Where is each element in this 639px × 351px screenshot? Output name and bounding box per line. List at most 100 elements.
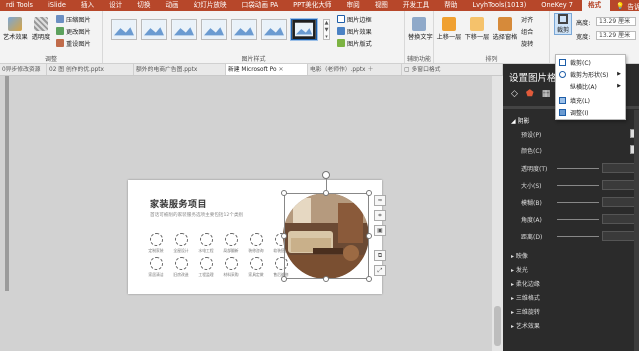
slide-subtitle[interactable]: 首话可被削的家装服务选项主要包括12个类别 (150, 212, 243, 218)
thumbnail-pane-scrollbar[interactable] (5, 76, 9, 291)
dropdown-item-crop-to-shape[interactable]: 裁剪为形状(S) ▶ (556, 68, 625, 80)
crop-dropdown-menu: 裁剪(C) 裁剪为形状(S) ▶ 纵横比(A) ▶ 填充(L) 调整(I) (555, 54, 626, 120)
section-soft-edges[interactable]: ▸ 柔化边缘 (511, 279, 540, 288)
bring-forward-icon (442, 17, 456, 31)
picture-style-thumb[interactable] (171, 19, 197, 40)
size-properties-icon[interactable]: ▦ (542, 89, 551, 99)
add-tab-icon[interactable]: ＋ (367, 64, 373, 75)
styles-gallery-scroll[interactable]: ▲ ▼ ▾ (323, 19, 330, 40)
menu-item-design[interactable]: 设计 (103, 0, 131, 11)
section-reflection[interactable]: ▸ 映像 (511, 251, 528, 260)
menu-item-onekey[interactable]: OneKey 7 (535, 0, 582, 11)
effects-icon[interactable]: ⬟ (526, 89, 534, 99)
doc-tab-label: 多窗口格式 (411, 67, 441, 73)
crop-tool-icon[interactable]: ⌗ (374, 210, 386, 221)
layout-options-icon[interactable]: ≈ (374, 195, 386, 206)
height-field[interactable]: 13.29 厘米 (596, 17, 636, 26)
section-3d-format[interactable]: ▸ 三维格式 (511, 293, 540, 302)
selection-pane-label: 选择窗格 (492, 34, 518, 41)
doc-tab[interactable]: 电影（老师作）.pptx ＋ (308, 64, 402, 75)
crop-button[interactable]: 裁剪 (554, 13, 572, 35)
menu-item-lvyhtools[interactable]: LvyhTools(1013) (466, 0, 535, 11)
transparency-button[interactable]: 透明度 (30, 17, 52, 41)
section-glow[interactable]: ▸ 发光 (511, 265, 528, 274)
send-backward-button[interactable]: 下移一层 (464, 17, 490, 41)
picture-effects-button[interactable]: 图片效果 (337, 26, 372, 36)
picture-style-thumb[interactable] (201, 19, 227, 40)
menu-item-format[interactable]: 格式 (581, 0, 611, 11)
style-tool-icon[interactable]: ▣ (374, 225, 386, 236)
reset-picture-button[interactable]: 重设图片 (56, 38, 91, 48)
doc-tab-label: 电影（老师作）.pptx (310, 67, 366, 73)
pane-scrollbar[interactable] (634, 110, 639, 351)
menu-item-rdi-tools[interactable]: rdi Tools (0, 0, 42, 11)
shadow-angle-slider[interactable] (557, 219, 599, 220)
dropdown-item-aspect-ratio[interactable]: 纵横比(A) ▶ (556, 80, 625, 92)
menu-item-developer[interactable]: 开发工具 (397, 0, 438, 11)
shadow-transparency-slider[interactable] (557, 168, 599, 169)
picture-style-thumb[interactable] (111, 19, 137, 40)
selection-pane-button[interactable]: 选择窗格 (492, 17, 518, 41)
tell-me-box[interactable]: 💡 告诉我 (610, 1, 639, 11)
resize-handle[interactable] (281, 190, 287, 196)
shadow-blur-slider[interactable] (557, 202, 599, 203)
service-label: 工程监理 (198, 272, 214, 277)
compress-pictures-button[interactable]: 压缩图片 (56, 14, 91, 24)
resize-handle[interactable] (323, 276, 329, 282)
menu-item-help[interactable]: 帮助 (438, 0, 466, 11)
menu-item-islide[interactable]: iSlide (42, 0, 75, 11)
link-tool-icon[interactable]: ⤢ (374, 265, 386, 276)
group-button[interactable]: 组合 (521, 26, 533, 36)
menu-item-review[interactable]: 审阅 (341, 0, 369, 11)
section-artistic-effects[interactable]: ▸ 艺术效果 (511, 321, 540, 330)
section-3d-rotation[interactable]: ▸ 三维旋转 (511, 307, 540, 316)
editor-vertical-scrollbar[interactable] (492, 76, 503, 351)
rotate-handle-icon[interactable] (322, 171, 330, 179)
resize-handle[interactable] (366, 233, 372, 239)
resize-handle[interactable] (281, 276, 287, 282)
resize-handle[interactable] (366, 276, 372, 282)
menu-item-slideshow[interactable]: 幻灯片放映 (188, 0, 236, 11)
dropdown-item-fit[interactable]: 调整(I) (556, 106, 625, 118)
section-shadow[interactable]: ◢ 阴影 (511, 116, 530, 125)
align-button[interactable]: 对齐 (521, 14, 533, 24)
picture-style-thumb[interactable] (291, 19, 317, 40)
copy-tool-icon[interactable]: ⧉ (374, 250, 386, 261)
menu-item-view[interactable]: 视图 (369, 0, 397, 11)
menu-item-ppt-master[interactable]: PPT美化大师 (287, 0, 340, 11)
picture-layout-button[interactable]: 图片版式 (337, 38, 372, 48)
resize-handle[interactable] (366, 190, 372, 196)
shadow-distance-slider[interactable] (557, 236, 599, 237)
rotate-button[interactable]: 旋转 (521, 38, 533, 48)
doc-tab[interactable]: 额外的电商广告图.pptx (134, 64, 226, 75)
close-tab-icon[interactable]: ✕ (279, 64, 284, 75)
doc-tab[interactable]: 02 图 创作的优.pptx (47, 64, 134, 75)
scroll-thumb[interactable] (494, 306, 501, 346)
dropdown-item-label: 调整(I) (570, 109, 589, 117)
menu-item-transitions[interactable]: 切换 (131, 0, 159, 11)
picture-style-thumb[interactable] (231, 19, 257, 40)
width-field[interactable]: 13.29 厘米 (596, 31, 636, 40)
shadow-size-slider[interactable] (557, 185, 599, 186)
doc-tab[interactable]: 0异步修改资源 (0, 64, 47, 75)
service-icon (175, 257, 188, 270)
bring-forward-button[interactable]: 上移一层 (436, 17, 462, 41)
menu-item-insert[interactable]: 插入 (75, 0, 103, 11)
dropdown-item-fill[interactable]: 填充(L) (556, 94, 625, 106)
lightbulb-icon: 💡 (616, 1, 625, 10)
alt-text-button[interactable]: 替换文字 (408, 17, 433, 41)
menu-item-pocket-animation[interactable]: 口袋动画 PA (236, 0, 288, 11)
slide-title[interactable]: 家装服务项目 (150, 197, 207, 210)
change-picture-button[interactable]: 更改图片 (56, 26, 91, 36)
doc-tab-active[interactable]: 新建 Microsoft Po ✕ (226, 64, 308, 75)
doc-tab[interactable]: ▢ 多窗口格式 (402, 64, 503, 75)
fill-line-icon[interactable]: ◇ (511, 89, 518, 99)
picture-style-thumb[interactable] (261, 19, 287, 40)
resize-handle[interactable] (323, 190, 329, 196)
dropdown-item-crop[interactable]: 裁剪(C) (556, 56, 625, 68)
picture-style-thumb[interactable] (141, 19, 167, 40)
picture-border-button[interactable]: 图片边框 (337, 14, 372, 24)
resize-handle[interactable] (281, 233, 287, 239)
artistic-effects-button[interactable]: 艺术效果 (3, 17, 28, 41)
menu-item-animations[interactable]: 动画 (159, 0, 187, 11)
